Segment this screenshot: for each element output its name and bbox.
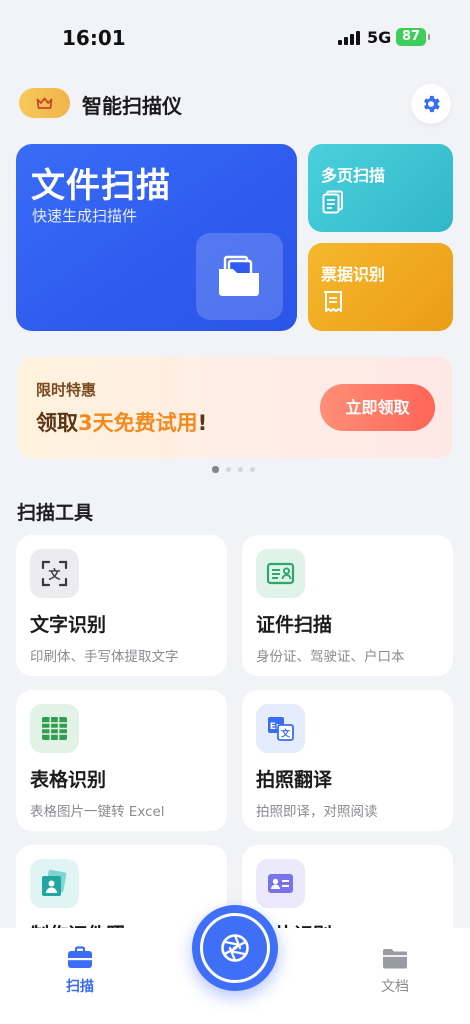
- status-time: 16:01: [62, 26, 126, 50]
- carousel-dot[interactable]: [238, 467, 243, 472]
- carousel-dot[interactable]: [226, 467, 231, 472]
- promo-banner[interactable]: 限时特惠 领取3天免费试用! 立即领取: [18, 357, 452, 458]
- multi-page-scan-card[interactable]: 多页扫描: [308, 144, 453, 232]
- svg-text:文: 文: [48, 567, 61, 582]
- receipt-icon: [324, 291, 342, 312]
- tool-card-photo-translate[interactable]: En 文 拍照翻译 拍照即译，对照阅读: [242, 690, 453, 831]
- tool-desc: 身份证、驾驶证、户口本: [256, 649, 405, 665]
- tools-section-title: 扫描工具: [17, 502, 94, 524]
- folder-documents-icon: [219, 255, 259, 296]
- promo-headline-suffix: !: [197, 411, 208, 435]
- multi-page-scan-label: 多页扫描: [321, 166, 386, 185]
- svg-text:文: 文: [280, 728, 291, 740]
- promo-headline: 领取3天免费试用!: [36, 407, 207, 437]
- tool-card-text-recognition[interactable]: 文 文字识别 印刷体、手写体提取文字: [16, 535, 227, 676]
- vip-badge[interactable]: [19, 88, 70, 118]
- tool-desc: 表格图片一键转 Excel: [30, 804, 165, 820]
- table-icon: [42, 717, 67, 740]
- file-scan-title: 文件扫描: [31, 166, 171, 206]
- app-title: 智能扫描仪: [82, 94, 182, 118]
- promo-tag: 限时特惠: [36, 381, 97, 399]
- id-card-icon: [266, 562, 295, 585]
- tool-icon-tile: [256, 859, 305, 908]
- translate-icon: En 文: [268, 717, 294, 741]
- tool-card-table-recognition[interactable]: 表格识别 表格图片一键转 Excel: [16, 690, 227, 831]
- photo-id-icon: [42, 869, 67, 896]
- folder-icon: [383, 949, 407, 969]
- carousel-dot[interactable]: [212, 466, 219, 473]
- tool-icon-tile: 文: [30, 549, 79, 598]
- tool-desc: 拍照即译，对照阅读: [256, 804, 378, 820]
- file-scan-card[interactable]: 文件扫描 快速生成扫描件: [16, 144, 297, 331]
- folder-tile: [196, 233, 283, 320]
- tab-scan-label: 扫描: [66, 979, 94, 995]
- tool-icon-tile: En 文: [256, 704, 305, 753]
- settings-button[interactable]: [411, 84, 451, 124]
- file-scan-subtitle: 快速生成扫描件: [32, 207, 138, 225]
- tool-card-id-scan[interactable]: 证件扫描 身份证、驾驶证、户口本: [242, 535, 453, 676]
- tool-icon-tile: [30, 859, 79, 908]
- tool-name: 文字识别: [30, 614, 107, 636]
- tab-documents-label: 文档: [381, 979, 409, 995]
- network-label: 5G: [367, 28, 392, 47]
- crown-icon: [36, 97, 53, 109]
- tool-desc: 印刷体、手写体提取文字: [30, 649, 179, 665]
- receipt-scan-card[interactable]: 票据识别: [308, 243, 453, 331]
- tool-name: 证件扫描: [256, 614, 333, 636]
- tab-scan[interactable]: 扫描: [20, 928, 140, 1024]
- gear-icon: [424, 95, 440, 113]
- camera-shutter-icon: [221, 934, 249, 962]
- tool-icon-tile: [30, 704, 79, 753]
- business-card-icon: [268, 874, 293, 893]
- status-bar: 16:01 5G 87: [0, 0, 470, 76]
- tool-icon-tile: [256, 549, 305, 598]
- signal-icon: [338, 31, 360, 45]
- tab-documents[interactable]: 文档: [335, 928, 455, 1024]
- app-header: 智能扫描仪: [0, 84, 470, 124]
- document-icon: [322, 190, 343, 214]
- claim-button[interactable]: 立即领取: [320, 384, 435, 431]
- promo-headline-highlight: 3天免费试用: [78, 411, 198, 435]
- tool-name: 拍照翻译: [256, 769, 333, 791]
- promo-headline-prefix: 领取: [36, 411, 78, 435]
- carousel-dot[interactable]: [250, 467, 255, 472]
- camera-capture-button[interactable]: [192, 905, 278, 991]
- tool-name: 表格识别: [30, 769, 107, 791]
- text-scan-icon: 文: [41, 560, 68, 587]
- briefcase-icon: [68, 946, 92, 968]
- battery-icon: 87: [396, 28, 430, 46]
- receipt-scan-label: 票据识别: [321, 265, 386, 284]
